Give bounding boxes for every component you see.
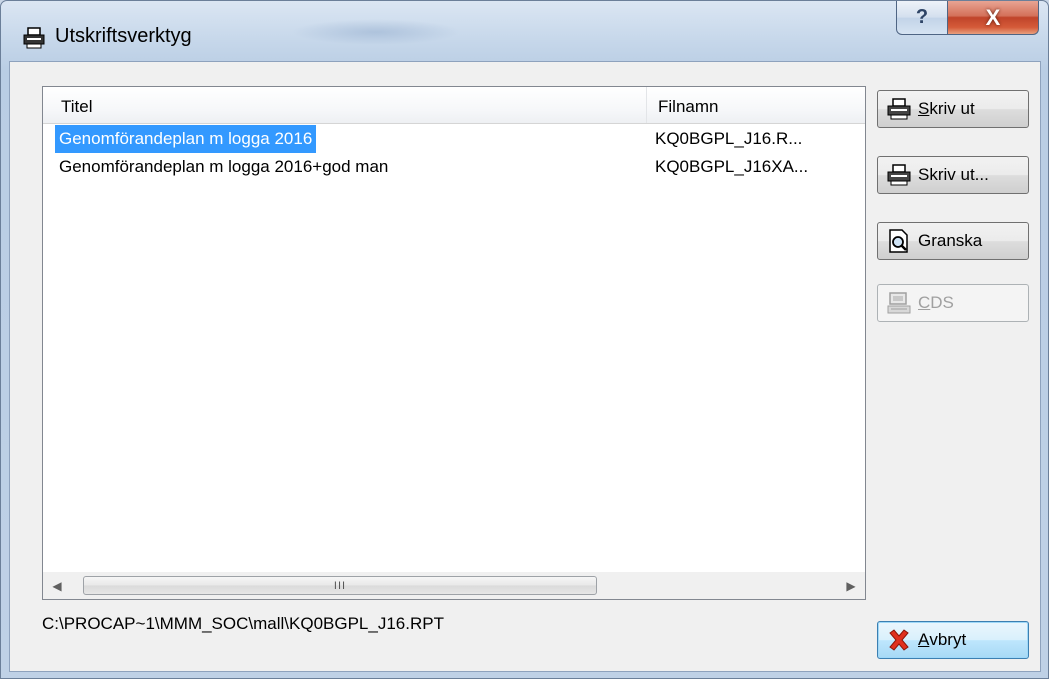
- horizontal-scrollbar[interactable]: ◀ III ▶: [43, 572, 865, 599]
- title-bar-glow: [291, 19, 461, 45]
- list-item-title: Genomförandeplan m logga 2016: [55, 125, 317, 153]
- cancel-button-label: vbryt: [929, 630, 967, 649]
- list-item-filename: KQ0BGPL_J16.R...: [655, 129, 803, 148]
- scroll-right-arrow-icon[interactable]: ▶: [839, 573, 863, 599]
- window-title: Utskriftsverktyg: [55, 25, 192, 47]
- help-button[interactable]: ?: [896, 1, 948, 35]
- print-button-label: kriv ut: [929, 99, 975, 118]
- red-x-icon: [886, 628, 912, 652]
- list-item-title: Genomförandeplan m logga 2016+god man: [59, 157, 389, 176]
- document-magnifier-icon: [886, 229, 912, 253]
- close-icon: X: [985, 4, 1001, 30]
- list-item[interactable]: Genomförandeplan m logga 2016 KQ0BGPL_J1…: [43, 125, 865, 153]
- print-button[interactable]: Skriv ut: [877, 90, 1029, 128]
- list-item-filename: KQ0BGPL_J16XA...: [655, 157, 809, 176]
- print-tool-window: Utskriftsverktyg ? X Titel Filnamn Genom…: [0, 0, 1049, 679]
- column-header-filename[interactable]: Filnamn: [648, 87, 865, 123]
- print-dialog-button[interactable]: Skriv ut...: [877, 156, 1029, 194]
- cds-button[interactable]: C DS: [877, 284, 1029, 322]
- report-list[interactable]: Titel Filnamn Genomförandeplan m logga 2…: [42, 86, 866, 600]
- print-dialog-button-label: Skriv ut...: [918, 165, 989, 184]
- cds-button-mnemonic: C: [918, 293, 931, 312]
- preview-button[interactable]: Granska: [877, 222, 1029, 260]
- cancel-button[interactable]: Avbryt: [877, 621, 1029, 659]
- scroll-thumb[interactable]: III: [83, 576, 597, 595]
- file-path-label: C:\PROCAP~1\MMM_SOC\mall\KQ0BGPL_J16.RPT: [42, 614, 444, 633]
- column-header-title[interactable]: Titel: [43, 87, 647, 123]
- terminal-icon: [886, 291, 912, 315]
- list-item[interactable]: Genomförandeplan m logga 2016+god man KQ…: [43, 153, 865, 181]
- dialog-client-area: Titel Filnamn Genomförandeplan m logga 2…: [9, 61, 1041, 672]
- help-icon: ?: [915, 6, 929, 28]
- title-bar[interactable]: Utskriftsverktyg ? X: [1, 1, 1048, 61]
- preview-button-label: Granska: [918, 231, 983, 250]
- cds-button-label: DS: [930, 293, 954, 312]
- printer-icon: [23, 27, 45, 49]
- list-header: Titel Filnamn: [43, 87, 865, 124]
- printer-icon: [886, 97, 912, 121]
- close-button[interactable]: X: [947, 1, 1039, 35]
- print-button-mnemonic: S: [918, 99, 930, 118]
- cancel-button-mnemonic: A: [918, 630, 930, 649]
- scroll-left-arrow-icon[interactable]: ◀: [45, 573, 69, 599]
- printer-icon: [886, 163, 912, 187]
